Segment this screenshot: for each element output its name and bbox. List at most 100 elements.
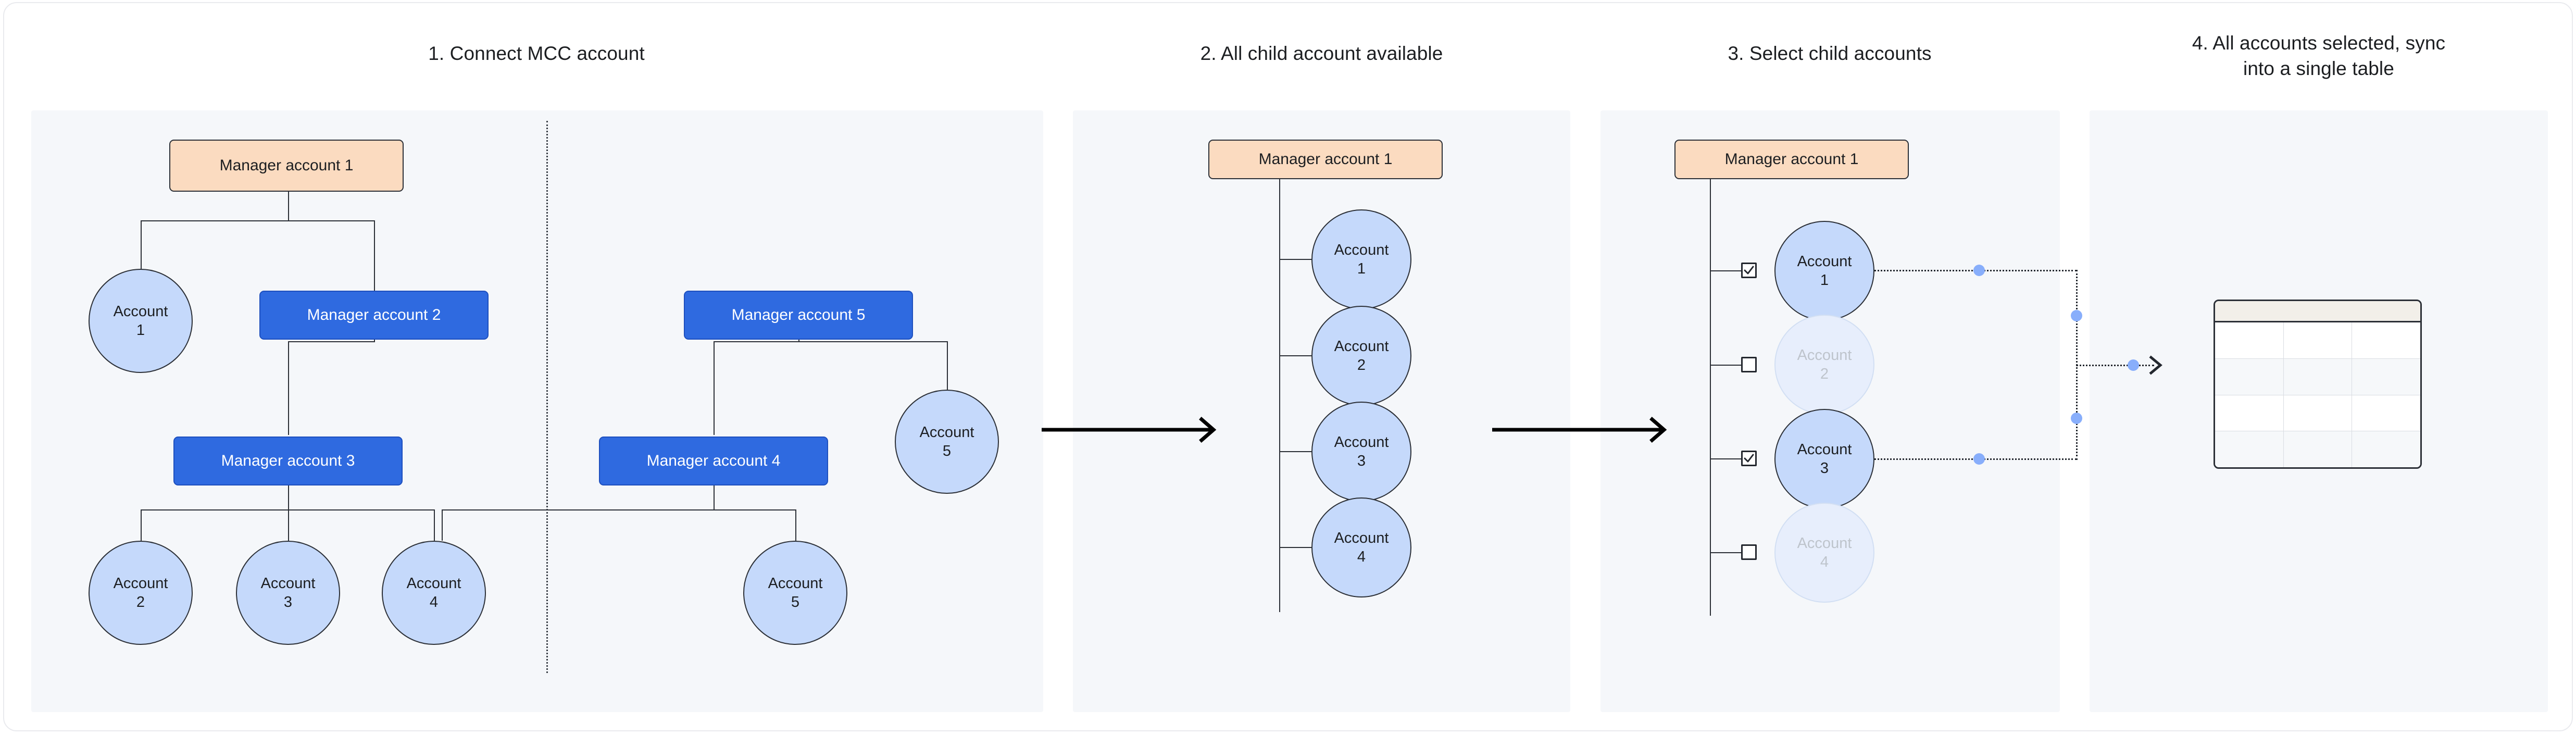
checkbox-account-2[interactable] [1741, 357, 1757, 372]
step3-account-1-label-line1: Account [1797, 253, 1852, 270]
sync-knob-exit [2128, 359, 2139, 371]
table-row[interactable] [2215, 322, 2420, 359]
connector-m4-bus [442, 509, 796, 510]
step2-account-1-label-line2: 1 [1357, 260, 1366, 277]
step2-branch-1 [1279, 259, 1311, 260]
step-4-heading-line1: 4. All accounts selected, sync [2192, 32, 2446, 54]
manager-account-2-label: Manager account 2 [307, 306, 441, 323]
table-cell [2284, 358, 2353, 395]
step3-branch-3 [1710, 458, 1741, 459]
diagram-canvas: 1. Connect MCC account 2. All child acco… [0, 0, 2576, 735]
table-cell [2284, 431, 2353, 467]
step3-branch-2 [1710, 365, 1741, 366]
step3-account-3-node[interactable]: Account 3 [1774, 409, 1874, 509]
account-5-right-label-line1: Account [919, 424, 974, 441]
manager-account-1-node[interactable]: Manager account 1 [169, 140, 404, 192]
step2-account-3-label-line1: Account [1334, 434, 1389, 451]
step2-account-1-node[interactable]: Account 1 [1311, 209, 1411, 309]
step2-account-4-label-line1: Account [1334, 530, 1389, 546]
table-row[interactable] [2215, 358, 2420, 395]
step3-account-4-label-line1: Account [1797, 535, 1852, 552]
step3-branch-4 [1710, 552, 1741, 553]
check-icon [1744, 266, 1754, 275]
account-1-label-line1: Account [113, 303, 168, 320]
synced-table[interactable] [2214, 300, 2422, 469]
connector-m3-to-account3 [288, 509, 289, 541]
step-2-heading: 2. All child account available [1200, 43, 1443, 64]
step2-account-3-node[interactable]: Account 3 [1311, 402, 1411, 502]
step-2-panel [1073, 110, 1570, 712]
step2-branch-2 [1279, 355, 1311, 356]
flow-arrow-2 [1492, 417, 1667, 443]
step3-account-1-node[interactable]: Account 1 [1774, 221, 1874, 321]
checkbox-account-4[interactable] [1741, 544, 1757, 560]
connector-m1-to-manager2 [374, 220, 375, 291]
table-cell [2352, 395, 2420, 431]
connector-m5-to-account5-right [947, 341, 948, 390]
manager-account-5-label: Manager account 5 [731, 306, 866, 323]
table-row[interactable] [2215, 431, 2420, 467]
sync-knob-riser-upper [2071, 310, 2082, 321]
table-cell [2352, 322, 2420, 358]
step3-account-4-node[interactable]: Account 4 [1774, 503, 1874, 603]
manager-account-3-node[interactable]: Manager account 3 [173, 437, 403, 485]
step2-account-1-label-line1: Account [1334, 242, 1389, 258]
account-5-bottom-node[interactable]: Account 5 [743, 541, 847, 645]
account-4-label-line1: Account [406, 575, 461, 592]
manager-account-1-label: Manager account 1 [219, 157, 354, 174]
flow-arrow-1 [1042, 417, 1217, 443]
table-cell [2352, 359, 2420, 395]
manager-account-4-node[interactable]: Manager account 4 [599, 437, 828, 485]
step2-branch-3 [1279, 451, 1311, 452]
account-2-node[interactable]: Account 2 [89, 541, 193, 645]
account-4-label-line2: 4 [429, 594, 439, 611]
account-5-bottom-label-line1: Account [768, 575, 823, 592]
sync-knob-riser-lower [2071, 413, 2082, 424]
connector-m1-to-account1 [141, 220, 142, 269]
step3-account-3-label-line1: Account [1797, 441, 1852, 458]
table-row[interactable] [2215, 395, 2420, 432]
manager-account-5-node[interactable]: Manager account 5 [684, 291, 913, 340]
check-icon [1744, 454, 1754, 463]
table-cell [2215, 358, 2284, 395]
account-5-right-node[interactable]: Account 5 [895, 390, 999, 494]
connector-m2-bus [288, 341, 375, 342]
step-4-heading-line2: into a single table [2243, 58, 2394, 79]
table-body [2215, 322, 2420, 467]
step3-account-3-label-line2: 3 [1820, 460, 1829, 477]
connector-m3-to-account4 [434, 509, 435, 541]
account-1-node[interactable]: Account 1 [89, 269, 193, 373]
step2-account-2-label-line1: Account [1334, 338, 1389, 355]
connector-m1-stem [288, 192, 289, 221]
step3-account-2-node[interactable]: Account 2 [1774, 315, 1874, 415]
step2-manager-account-1-label: Manager account 1 [1258, 151, 1393, 168]
table-cell [2284, 395, 2353, 431]
connector-m1-bus [141, 220, 375, 221]
account-2-label-line2: 2 [136, 594, 145, 611]
checkbox-account-1[interactable] [1741, 263, 1757, 278]
org-split-divider [546, 121, 548, 673]
account-3-node[interactable]: Account 3 [236, 541, 340, 645]
manager-account-3-label: Manager account 3 [221, 452, 355, 469]
connector-m4-to-account5-bottom [795, 509, 796, 541]
connector-m5-to-manager4 [714, 341, 715, 435]
account-3-label-line2: 3 [283, 594, 293, 611]
step3-manager-account-1-node[interactable]: Manager account 1 [1674, 140, 1909, 179]
manager-account-4-label: Manager account 4 [646, 452, 781, 469]
step2-account-4-label-line2: 4 [1357, 549, 1366, 565]
step3-account-2-label-line2: 2 [1820, 366, 1829, 382]
connector-m4-to-left [442, 509, 443, 541]
manager-account-2-node[interactable]: Manager account 2 [259, 291, 489, 340]
step-3-heading: 3. Select child accounts [1728, 43, 1932, 64]
table-header-row [2215, 301, 2420, 322]
step3-branch-1 [1710, 270, 1741, 271]
account-4-node[interactable]: Account 4 [382, 541, 486, 645]
sync-knob-top [1973, 265, 1985, 276]
step2-manager-account-1-node[interactable]: Manager account 1 [1208, 140, 1443, 179]
account-5-bottom-label-line2: 5 [791, 594, 800, 611]
step2-account-2-node[interactable]: Account 2 [1311, 306, 1411, 406]
step2-account-4-node[interactable]: Account 4 [1311, 497, 1411, 597]
step3-account-4-label-line2: 4 [1820, 554, 1829, 570]
connector-m3-to-account2 [141, 509, 142, 541]
checkbox-account-3[interactable] [1741, 451, 1757, 466]
